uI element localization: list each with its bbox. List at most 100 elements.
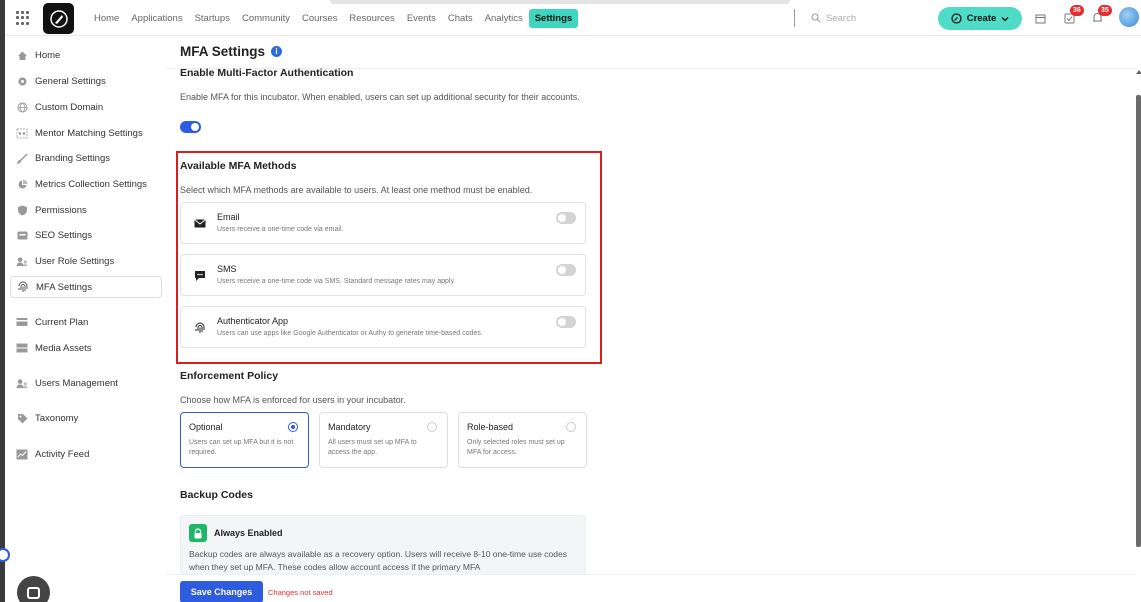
match-icon — [16, 127, 28, 139]
users-icon — [16, 377, 28, 389]
method-title: Authenticator App — [217, 316, 289, 326]
sidebar-item-seo[interactable]: SEO Settings — [10, 224, 162, 246]
globe-icon — [16, 101, 28, 113]
sidebar-item-mentor-matching[interactable]: Mentor Matching Settings — [10, 122, 162, 144]
method-title: SMS — [217, 264, 237, 274]
sidebar-item-media-assets[interactable]: Media Assets — [10, 337, 162, 359]
sidebar-item-label: Metrics Collection Settings — [35, 178, 147, 190]
policy-title: Role-based — [467, 422, 514, 432]
window-tab-strip — [330, 0, 790, 4]
sms-toggle[interactable] — [556, 264, 576, 276]
policy-title: Optional — [189, 422, 223, 432]
chat-icon — [27, 586, 40, 599]
sidebar-item-user-role[interactable]: User Role Settings — [10, 250, 162, 272]
tag-icon — [16, 412, 28, 424]
nav-settings[interactable]: Settings — [528, 8, 579, 28]
main-nav: Home Applications Startups Community Cou… — [88, 0, 579, 36]
tasks-icon[interactable]: 36 — [1062, 5, 1084, 25]
sidebar-item-label: Branding Settings — [35, 152, 110, 164]
policy-description: Users can set up MFA but it is not requi… — [189, 439, 294, 456]
policy-role-based-radio[interactable] — [566, 422, 576, 432]
nav-home[interactable]: Home — [88, 13, 125, 24]
enable-mfa-toggle[interactable] — [180, 121, 201, 133]
sidebar-item-label: Home — [35, 49, 61, 61]
backup-codes-heading: Backup Codes — [180, 489, 253, 501]
brush-icon — [16, 152, 28, 164]
nav-events[interactable]: Events — [401, 13, 442, 24]
sidebar-item-custom-domain[interactable]: Custom Domain — [10, 96, 162, 118]
sidebar-item-mfa[interactable]: MFA Settings — [10, 276, 162, 298]
nav-applications[interactable]: Applications — [125, 13, 188, 24]
method-description: Users can use apps like Google Authentic… — [217, 330, 483, 337]
policy-optional-radio[interactable] — [288, 422, 298, 432]
method-card-email[interactable]: Email Users receive a one-time code via … — [180, 202, 586, 244]
sidebar-item-metrics[interactable]: Metrics Collection Settings — [10, 173, 162, 195]
search-input[interactable]: Search — [794, 9, 856, 27]
sidebar-item-label: Mentor Matching Settings — [35, 127, 143, 139]
sidebar-item-users-management[interactable]: Users Management — [10, 372, 162, 394]
enable-mfa-heading: Enable Multi-Factor Authentication — [180, 67, 354, 79]
calendar-icon[interactable] — [1033, 11, 1047, 25]
sidebar-item-label: Users Management — [35, 377, 118, 389]
enforcement-heading: Enforcement Policy — [180, 370, 279, 382]
scrollbar[interactable] — [1136, 95, 1141, 547]
enforcement-description: Choose how MFA is enforced for users in … — [180, 395, 406, 405]
policy-role-based[interactable]: Role-based Only selected roles must set … — [458, 412, 587, 468]
policy-optional[interactable]: Optional Users can set up MFA but it is … — [180, 412, 309, 468]
info-icon[interactable]: i — [271, 46, 283, 57]
bell-icon[interactable]: 35 — [1090, 5, 1112, 25]
method-description: Users receive a one-time code via SMS. S… — [217, 278, 456, 285]
app-grid-icon[interactable] — [16, 11, 30, 25]
save-changes-button[interactable]: Save Changes — [180, 581, 263, 602]
sidebar-item-label: User Role Settings — [35, 255, 115, 267]
sidebar-item-activity-feed[interactable]: Activity Feed — [10, 443, 162, 465]
sidebar-item-current-plan[interactable]: Current Plan — [10, 311, 162, 333]
nav-startups[interactable]: Startups — [189, 13, 236, 24]
policy-description: Only selected roles must set up MFA for … — [467, 439, 565, 456]
scroll-up-icon[interactable] — [1136, 70, 1141, 74]
email-toggle[interactable] — [556, 212, 576, 224]
sidebar-item-label: Permissions — [35, 204, 87, 216]
sidebar-item-label: MFA Settings — [36, 281, 92, 293]
create-button[interactable]: Create — [938, 7, 1022, 30]
sidebar-item-general-settings[interactable]: General Settings — [10, 70, 162, 92]
nav-chats[interactable]: Chats — [442, 13, 479, 24]
mfa-methods-description: Select which MFA methods are available t… — [180, 185, 533, 195]
method-card-authenticator[interactable]: Authenticator App Users can use apps lik… — [180, 306, 586, 348]
envelope-icon — [193, 217, 206, 230]
enable-mfa-description: Enable MFA for this incubator. When enab… — [180, 92, 580, 102]
create-label: Create — [966, 13, 997, 24]
chat-widget-button[interactable] — [17, 576, 50, 602]
backup-codes-card: Always Enabled Backup codes are always a… — [180, 515, 586, 575]
nav-analytics[interactable]: Analytics — [479, 13, 529, 24]
pie-chart-icon — [16, 178, 28, 190]
policy-mandatory[interactable]: Mandatory All users must set up MFA to a… — [319, 412, 448, 468]
compass-icon — [951, 13, 962, 24]
seo-icon — [16, 229, 28, 241]
card-icon — [16, 316, 28, 328]
sidebar-item-home[interactable]: Home — [10, 44, 162, 66]
notifications-badge: 35 — [1098, 5, 1112, 16]
nav-courses[interactable]: Courses — [296, 13, 343, 24]
sidebar-item-label: SEO Settings — [35, 229, 93, 241]
sidebar-item-label: Custom Domain — [35, 101, 104, 113]
sidebar-item-label: Activity Feed — [35, 448, 90, 460]
sidebar-item-branding[interactable]: Branding Settings — [10, 147, 162, 169]
policy-mandatory-radio[interactable] — [427, 422, 437, 432]
avatar[interactable] — [1119, 7, 1139, 27]
sidebar-item-permissions[interactable]: Permissions — [10, 199, 162, 221]
backup-card-description: Backup codes are always available as a r… — [189, 549, 567, 572]
nav-community[interactable]: Community — [236, 13, 296, 24]
nav-resources[interactable]: Resources — [343, 13, 400, 24]
page-title-text: MFA Settings — [180, 44, 266, 59]
media-icon — [16, 342, 28, 354]
mfa-methods-heading: Available MFA Methods — [180, 160, 297, 172]
logo[interactable] — [43, 3, 74, 34]
search-placeholder: Search — [826, 12, 857, 24]
sidebar-item-taxonomy[interactable]: Taxonomy — [10, 407, 162, 429]
authenticator-toggle[interactable] — [556, 316, 576, 328]
page-title: MFA Settings i — [180, 44, 283, 59]
activity-icon — [16, 448, 28, 460]
method-card-sms[interactable]: SMS Users receive a one-time code via SM… — [180, 254, 586, 296]
gear-icon — [16, 75, 28, 87]
